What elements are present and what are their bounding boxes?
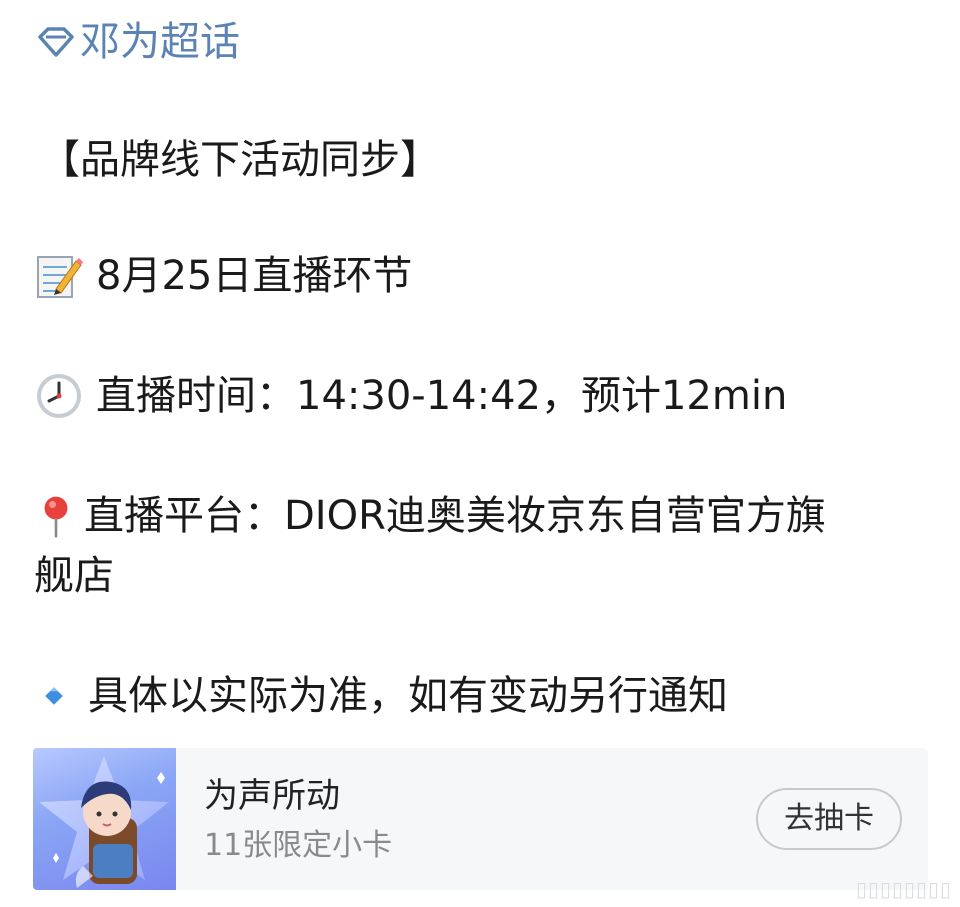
platform-text-1: 直播平台：DIOR迪奥美妆京东自营官方旗 <box>84 493 826 539</box>
draw-card-button[interactable]: 去抽卡 <box>756 788 902 850</box>
live-section-text: 8月25日直播环节 <box>96 253 413 299</box>
platform-text-2: 舰店 <box>34 553 114 599</box>
note-line: 具体以实际为准，如有变动另行通知 <box>34 668 728 724</box>
post-title: 【品牌线下活动同步】 <box>40 137 440 183</box>
small-blue-diamond-icon <box>45 687 63 705</box>
pushpin-emoji-icon <box>44 496 68 538</box>
topic-link[interactable]: 邓为超话 <box>34 14 240 70</box>
clock-emoji-icon <box>37 374 81 418</box>
live-section-line: 8月25日直播环节 <box>34 248 412 304</box>
live-time-text: 直播时间：14:30-14:42，预计12min <box>96 373 788 419</box>
card-thumbnail <box>33 748 176 890</box>
note-text: 具体以实际为准，如有变动另行通知 <box>88 673 728 719</box>
platform-line: 直播平台：DIOR迪奥美妆京东自营官方旗 <box>34 488 826 544</box>
diamond-icon <box>38 27 74 57</box>
card-title: 为声所动 <box>204 776 340 816</box>
memo-emoji-icon <box>37 256 83 298</box>
live-time-line: 直播时间：14:30-14:42，预计12min <box>34 368 787 424</box>
topic-label: 邓为超话 <box>80 19 240 65</box>
watermark: ▯▯▯▯▯▯▯▯ <box>855 877 952 901</box>
card-subtitle: 11张限定小卡 <box>204 828 393 863</box>
card-promo[interactable]: 为声所动 11张限定小卡 去抽卡 <box>33 748 928 890</box>
